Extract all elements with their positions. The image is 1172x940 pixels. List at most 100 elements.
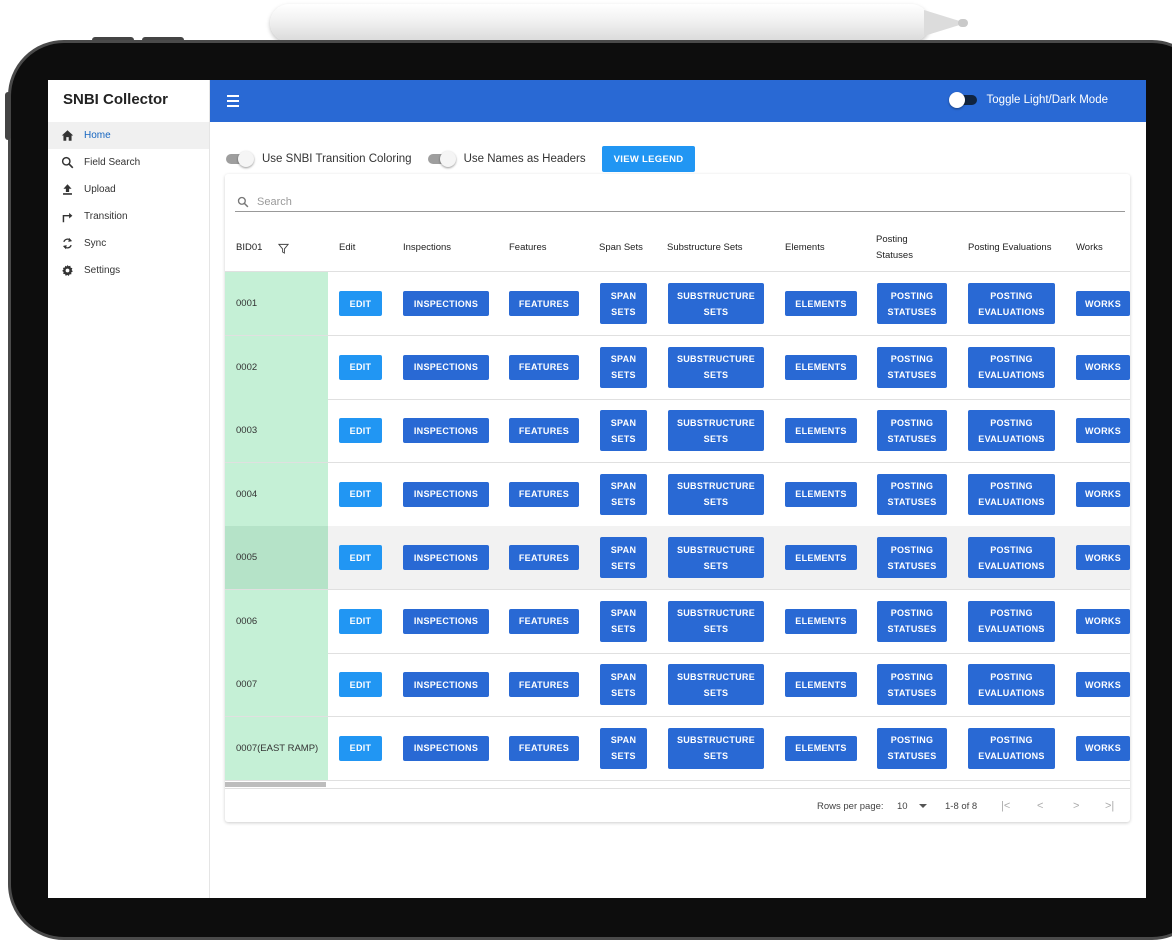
posting-evaluations-button[interactable]: POSTING EVALUATIONS	[968, 664, 1055, 705]
view-legend-button[interactable]: VIEW LEGEND	[601, 146, 696, 172]
posting-statuses-button[interactable]: POSTING STATUSES	[877, 346, 947, 388]
works-button[interactable]: WORKS	[1076, 545, 1130, 570]
substructure-sets-button[interactable]: SUBSTRUCTURE SETS	[668, 283, 764, 324]
column-header-edit: Edit	[339, 242, 356, 253]
hamburger-icon[interactable]	[227, 95, 239, 107]
search-input[interactable]	[257, 195, 957, 208]
elements-button[interactable]: ELEMENTS	[785, 418, 857, 443]
inspections-button[interactable]: INSPECTIONS	[403, 545, 489, 570]
substructure-sets-button[interactable]: SUBSTRUCTURE SETS	[668, 473, 764, 515]
works-button[interactable]: WORKS	[1076, 354, 1130, 380]
span-sets-button[interactable]: SPAN SETS	[600, 473, 647, 515]
dark-mode-switch[interactable]	[948, 92, 977, 108]
horizontal-scrollbar[interactable]	[225, 782, 326, 787]
substructure-sets-button[interactable]: SUBSTRUCTURE SETS	[668, 600, 764, 642]
posting-statuses-button[interactable]: POSTING STATUSES	[877, 410, 947, 451]
posting-statuses-button[interactable]: POSTING STATUSES	[877, 600, 947, 642]
works-button[interactable]: WORKS	[1076, 608, 1130, 634]
inspections-button[interactable]: INSPECTIONS	[403, 735, 489, 761]
transition-coloring-toggle[interactable]: Use SNBI Transition Coloring	[226, 151, 412, 167]
edit-button[interactable]: EDIT	[339, 672, 382, 697]
names-as-headers-switch[interactable]	[427, 151, 456, 167]
features-button[interactable]: FEATURES	[509, 354, 579, 380]
button-label: EVALUATIONS	[978, 751, 1045, 761]
posting-evaluations-button[interactable]: POSTING EVALUATIONS	[968, 600, 1055, 642]
posting-evaluations-button[interactable]: POSTING EVALUATIONS	[968, 346, 1055, 388]
substructure-sets-button[interactable]: SUBSTRUCTURE SETS	[668, 346, 764, 388]
span-sets-button[interactable]: SPAN SETS	[600, 727, 647, 769]
edit-button[interactable]: EDIT	[339, 545, 382, 570]
sidebar-item-transition[interactable]: Transition	[48, 203, 209, 230]
works-button[interactable]: WORKS	[1076, 291, 1130, 316]
span-sets-button[interactable]: SPAN SETS	[600, 537, 647, 578]
posting-evaluations-button[interactable]: POSTING EVALUATIONS	[968, 283, 1055, 324]
edit-button[interactable]: EDIT	[339, 608, 382, 634]
inspections-button[interactable]: INSPECTIONS	[403, 672, 489, 697]
inspections-button[interactable]: INSPECTIONS	[403, 418, 489, 443]
elements-button[interactable]: ELEMENTS	[785, 291, 857, 316]
next-page-button[interactable]: >	[1073, 800, 1079, 812]
span-sets-button[interactable]: SPAN SETS	[600, 346, 647, 388]
column-header-bid[interactable]: BID01	[236, 224, 290, 272]
posting-statuses-button[interactable]: POSTING STATUSES	[877, 664, 947, 705]
inspections-button[interactable]: INSPECTIONS	[403, 481, 489, 507]
previous-page-button[interactable]: <	[1037, 800, 1043, 812]
button-label: POSTING	[890, 544, 934, 555]
features-button[interactable]: FEATURES	[509, 418, 579, 443]
dark-mode-toggle[interactable]: Toggle Light/Dark Mode	[948, 92, 1108, 108]
substructure-sets-button[interactable]: SUBSTRUCTURE SETS	[668, 727, 764, 769]
inspections-button[interactable]: INSPECTIONS	[403, 354, 489, 380]
edit-button[interactable]: EDIT	[339, 354, 382, 380]
filter-icon[interactable]	[278, 243, 290, 254]
edit-button[interactable]: EDIT	[339, 291, 382, 316]
first-page-button[interactable]: |<	[1001, 800, 1010, 812]
features-button[interactable]: FEATURES	[509, 545, 579, 570]
works-button[interactable]: WORKS	[1076, 481, 1130, 507]
last-page-button[interactable]: >|	[1105, 800, 1114, 812]
button-label: ELEMENTS	[795, 489, 847, 499]
features-button[interactable]: FEATURES	[509, 672, 579, 697]
span-sets-button[interactable]: SPAN SETS	[600, 410, 647, 451]
elements-button[interactable]: ELEMENTS	[785, 354, 857, 380]
span-sets-button[interactable]: SPAN SETS	[600, 664, 647, 705]
features-button[interactable]: FEATURES	[509, 291, 579, 316]
works-button[interactable]: WORKS	[1076, 418, 1130, 443]
works-button[interactable]: WORKS	[1076, 735, 1130, 761]
posting-evaluations-button[interactable]: POSTING EVALUATIONS	[968, 410, 1055, 451]
posting-statuses-button[interactable]: POSTING STATUSES	[877, 283, 947, 324]
chevron-down-icon[interactable]	[919, 804, 927, 808]
works-button[interactable]: WORKS	[1076, 672, 1130, 697]
sidebar-item-field-search[interactable]: Field Search	[48, 149, 209, 176]
edit-button[interactable]: EDIT	[339, 418, 382, 443]
posting-statuses-button[interactable]: POSTING STATUSES	[877, 473, 947, 515]
posting-evaluations-button[interactable]: POSTING EVALUATIONS	[968, 727, 1055, 769]
inspections-button[interactable]: INSPECTIONS	[403, 608, 489, 634]
span-sets-button[interactable]: SPAN SETS	[600, 600, 647, 642]
sidebar-item-home[interactable]: Home	[48, 122, 209, 149]
edit-button[interactable]: EDIT	[339, 735, 382, 761]
elements-button[interactable]: ELEMENTS	[785, 481, 857, 507]
substructure-sets-button[interactable]: SUBSTRUCTURE SETS	[668, 410, 764, 451]
names-as-headers-toggle[interactable]: Use Names as Headers	[427, 151, 586, 167]
inspections-button[interactable]: INSPECTIONS	[403, 291, 489, 316]
substructure-sets-button[interactable]: SUBSTRUCTURE SETS	[668, 664, 764, 705]
sidebar-item-upload[interactable]: Upload	[48, 176, 209, 203]
substructure-sets-button[interactable]: SUBSTRUCTURE SETS	[668, 537, 764, 578]
sidebar-item-settings[interactable]: Settings	[48, 257, 209, 284]
posting-statuses-button[interactable]: POSTING STATUSES	[877, 727, 947, 769]
elements-button[interactable]: ELEMENTS	[785, 672, 857, 697]
features-button[interactable]: FEATURES	[509, 608, 579, 634]
rows-per-page-select[interactable]: 10	[897, 801, 908, 812]
posting-evaluations-button[interactable]: POSTING EVALUATIONS	[968, 537, 1055, 578]
features-button[interactable]: FEATURES	[509, 481, 579, 507]
elements-button[interactable]: ELEMENTS	[785, 735, 857, 761]
sidebar-item-sync[interactable]: Sync	[48, 230, 209, 257]
elements-button[interactable]: ELEMENTS	[785, 545, 857, 570]
elements-button[interactable]: ELEMENTS	[785, 608, 857, 634]
transition-coloring-switch[interactable]	[226, 151, 254, 167]
span-sets-button[interactable]: SPAN SETS	[600, 283, 647, 324]
posting-evaluations-button[interactable]: POSTING EVALUATIONS	[968, 473, 1055, 515]
edit-button[interactable]: EDIT	[339, 481, 382, 507]
posting-statuses-button[interactable]: POSTING STATUSES	[877, 537, 947, 578]
features-button[interactable]: FEATURES	[509, 735, 579, 761]
